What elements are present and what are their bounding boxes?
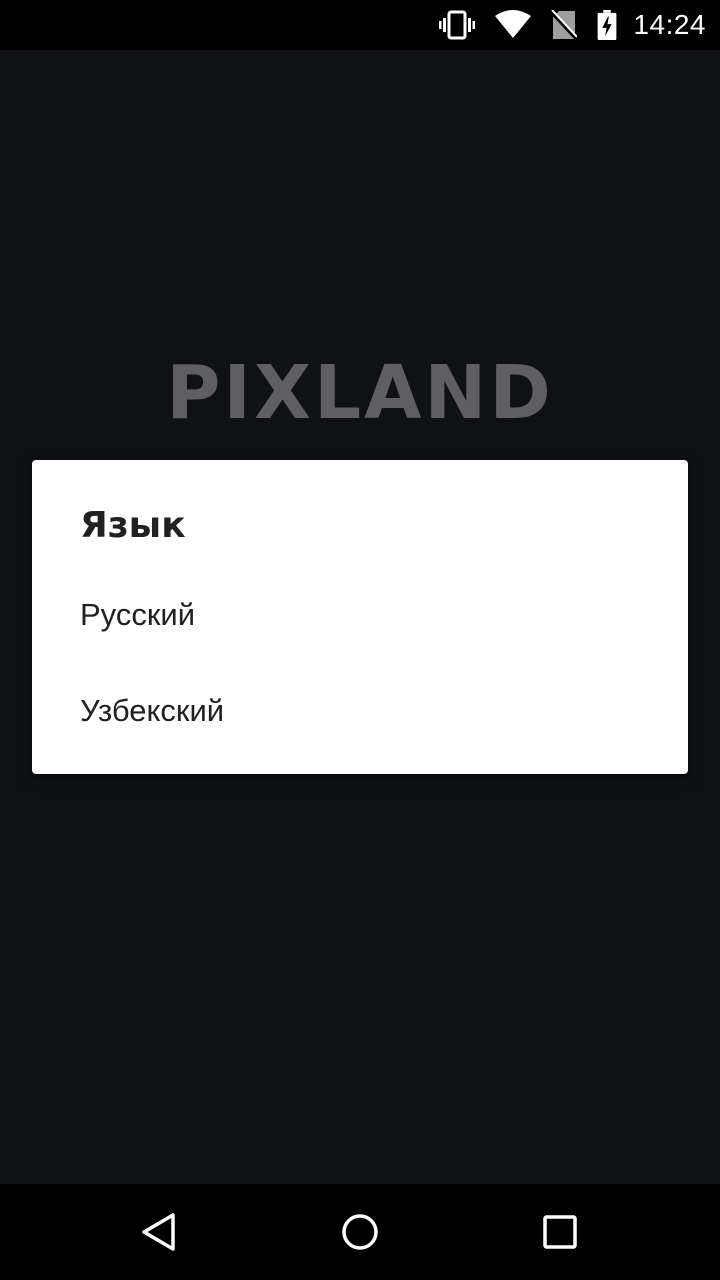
language-dialog: Язык Русский Узбекский bbox=[32, 460, 688, 774]
battery-charging-icon bbox=[598, 10, 617, 40]
home-icon bbox=[342, 1214, 378, 1250]
dialog-title: Язык bbox=[80, 505, 186, 546]
screen: 14:24 PIXLAND Язык Русский Узбекский bbox=[0, 0, 720, 1280]
status-bar: 14:24 bbox=[0, 0, 720, 50]
home-button[interactable] bbox=[300, 1184, 420, 1280]
app-logo: PIXLAND bbox=[166, 350, 554, 436]
status-icons: 14:24 bbox=[439, 0, 706, 50]
recents-button[interactable] bbox=[500, 1184, 620, 1280]
language-option-russian[interactable]: Русский bbox=[32, 567, 688, 663]
language-option-uzbek[interactable]: Узбекский bbox=[32, 663, 688, 759]
navigation-bar bbox=[0, 1184, 720, 1280]
recents-icon bbox=[543, 1215, 577, 1249]
wifi-icon bbox=[495, 10, 532, 38]
vibrate-icon bbox=[439, 10, 476, 40]
no-sim-icon bbox=[551, 10, 578, 40]
status-time: 14:24 bbox=[633, 9, 706, 40]
back-icon bbox=[142, 1213, 175, 1251]
back-button[interactable] bbox=[100, 1184, 220, 1280]
